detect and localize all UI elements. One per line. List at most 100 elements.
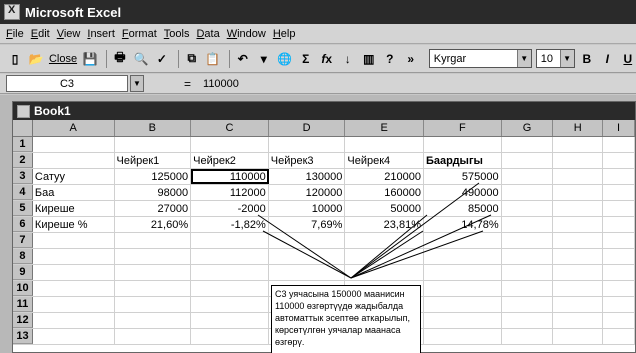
close-button[interactable]: Close bbox=[48, 49, 78, 69]
cell-i9[interactable] bbox=[603, 265, 635, 280]
name-box[interactable]: C3 bbox=[6, 75, 128, 92]
cell-a6[interactable]: Киреше % bbox=[33, 217, 115, 232]
cell-g4[interactable] bbox=[502, 185, 554, 200]
cell-i3[interactable] bbox=[603, 169, 635, 184]
cell-f1[interactable] bbox=[424, 137, 502, 152]
cell-a13[interactable] bbox=[33, 329, 115, 344]
cell-i2[interactable] bbox=[603, 153, 635, 168]
cell-d6[interactable]: 7,69% bbox=[269, 217, 346, 232]
cell-d2[interactable]: Чейрек3 bbox=[269, 153, 346, 168]
menu-insert[interactable]: Insert bbox=[87, 28, 115, 40]
cell-b12[interactable] bbox=[115, 313, 192, 328]
cell-g2[interactable] bbox=[502, 153, 554, 168]
cell-h2[interactable] bbox=[553, 153, 604, 168]
cell-i10[interactable] bbox=[603, 281, 635, 296]
formula-input[interactable]: 110000 bbox=[203, 78, 239, 90]
menu-file[interactable]: File bbox=[6, 28, 24, 40]
cell-h12[interactable] bbox=[553, 313, 604, 328]
select-all-corner[interactable] bbox=[13, 120, 33, 136]
cell-g5[interactable] bbox=[502, 201, 554, 216]
cell-c2[interactable]: Чейрек2 bbox=[191, 153, 269, 168]
cell-b4[interactable]: 98000 bbox=[115, 185, 192, 200]
row-header[interactable]: 9 bbox=[13, 265, 33, 280]
cell-i8[interactable] bbox=[603, 249, 635, 264]
row-header[interactable]: 8 bbox=[13, 249, 33, 264]
cell-h4[interactable] bbox=[553, 185, 604, 200]
row-header[interactable]: 5 bbox=[13, 201, 33, 216]
cell-g12[interactable] bbox=[502, 313, 554, 328]
cell-d9[interactable] bbox=[269, 265, 346, 280]
cell-g7[interactable] bbox=[502, 233, 554, 248]
cell-i1[interactable] bbox=[603, 137, 635, 152]
cell-c5[interactable]: -2000 bbox=[191, 201, 269, 216]
cell-c8[interactable] bbox=[191, 249, 269, 264]
more-buttons-icon[interactable]: » bbox=[402, 49, 420, 69]
cell-c13[interactable] bbox=[191, 329, 269, 344]
cell-d7[interactable] bbox=[269, 233, 346, 248]
save-icon[interactable]: 💾 bbox=[81, 49, 99, 69]
cell-i6[interactable] bbox=[603, 217, 635, 232]
cell-h5[interactable] bbox=[553, 201, 604, 216]
cell-d3[interactable]: 130000 bbox=[269, 169, 346, 184]
cell-g8[interactable] bbox=[502, 249, 554, 264]
cell-b1[interactable] bbox=[115, 137, 192, 152]
cell-e2[interactable]: Чейрек4 bbox=[345, 153, 424, 168]
cell-h7[interactable] bbox=[553, 233, 604, 248]
cell-f12[interactable] bbox=[424, 313, 502, 328]
cell-i13[interactable] bbox=[603, 329, 635, 344]
cell-d5[interactable]: 10000 bbox=[269, 201, 346, 216]
copy-icon[interactable]: ⧉ bbox=[183, 49, 201, 69]
cell-h1[interactable] bbox=[553, 137, 604, 152]
spelling-icon[interactable]: ✓ bbox=[153, 49, 171, 69]
row-header[interactable]: 10 bbox=[13, 281, 33, 296]
cell-e5[interactable]: 50000 bbox=[345, 201, 424, 216]
cell-h3[interactable] bbox=[553, 169, 604, 184]
cell-a3[interactable]: Сатуу bbox=[33, 169, 115, 184]
cell-g13[interactable] bbox=[502, 329, 554, 344]
cell-b5[interactable]: 27000 bbox=[115, 201, 192, 216]
cell-f5[interactable]: 85000 bbox=[424, 201, 502, 216]
cell-f3[interactable]: 575000 bbox=[424, 169, 502, 184]
cell-i4[interactable] bbox=[603, 185, 635, 200]
cell-b2[interactable]: Чейрек1 bbox=[115, 153, 192, 168]
cell-a8[interactable] bbox=[33, 249, 115, 264]
font-size-select[interactable]: 10 ▼ bbox=[535, 49, 575, 68]
cell-f4[interactable]: 490000 bbox=[424, 185, 502, 200]
cell-h13[interactable] bbox=[553, 329, 604, 344]
cell-c4[interactable]: 112000 bbox=[191, 185, 269, 200]
cell-g1[interactable] bbox=[502, 137, 554, 152]
menu-tools[interactable]: Tools bbox=[164, 28, 190, 40]
cell-i7[interactable] bbox=[603, 233, 635, 248]
cell-c1[interactable] bbox=[191, 137, 269, 152]
cell-c9[interactable] bbox=[191, 265, 269, 280]
cell-f13[interactable] bbox=[424, 329, 502, 344]
menu-view[interactable]: View bbox=[57, 28, 81, 40]
cell-f8[interactable] bbox=[424, 249, 502, 264]
column-header-h[interactable]: H bbox=[553, 120, 604, 136]
row-header[interactable]: 13 bbox=[13, 329, 33, 344]
chart-wizard-icon[interactable]: ▥ bbox=[360, 49, 378, 69]
undo-icon[interactable]: ↶ bbox=[234, 49, 252, 69]
cell-a12[interactable] bbox=[33, 313, 115, 328]
menu-help[interactable]: Help bbox=[273, 28, 296, 40]
cell-f2[interactable]: Баардыгы bbox=[424, 153, 502, 168]
cell-b13[interactable] bbox=[115, 329, 192, 344]
cell-e3[interactable]: 210000 bbox=[345, 169, 424, 184]
function-icon[interactable]: fx bbox=[318, 49, 336, 69]
cell-b8[interactable] bbox=[115, 249, 192, 264]
cell-e1[interactable] bbox=[345, 137, 424, 152]
column-header-f[interactable]: F bbox=[424, 120, 502, 136]
row-header[interactable]: 3 bbox=[13, 169, 33, 184]
row-header[interactable]: 7 bbox=[13, 233, 33, 248]
cell-c12[interactable] bbox=[191, 313, 269, 328]
cell-c7[interactable] bbox=[191, 233, 269, 248]
row-header[interactable]: 11 bbox=[13, 297, 33, 312]
cell-b7[interactable] bbox=[115, 233, 192, 248]
hyperlink-icon[interactable]: 🌐 bbox=[276, 49, 294, 69]
cell-d4[interactable]: 120000 bbox=[269, 185, 346, 200]
cell-a1[interactable] bbox=[33, 137, 115, 152]
column-header-e[interactable]: E bbox=[345, 120, 425, 136]
cell-e8[interactable] bbox=[345, 249, 424, 264]
menu-data[interactable]: Data bbox=[196, 28, 219, 40]
row-header[interactable]: 4 bbox=[13, 185, 33, 200]
